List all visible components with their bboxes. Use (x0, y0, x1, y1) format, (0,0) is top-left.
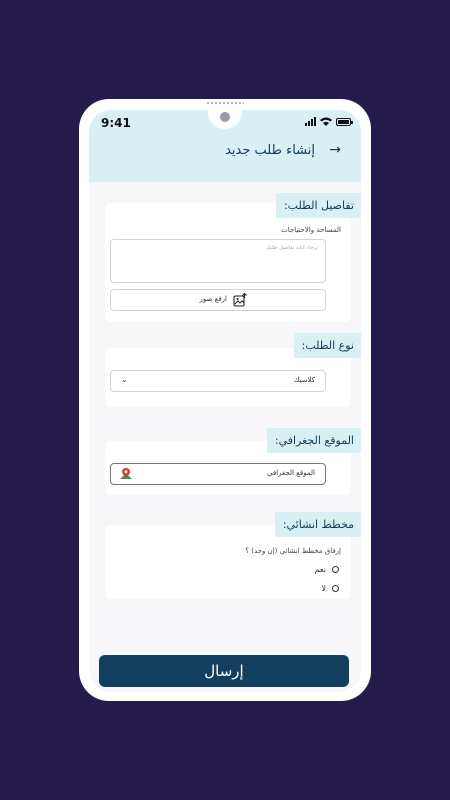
textarea-placeholder: برجاء كتابة تفاصيل طلبك (266, 245, 318, 251)
image-upload-icon (233, 293, 247, 307)
speaker-grille (206, 101, 244, 105)
front-camera (220, 112, 230, 122)
radio-option-no[interactable]: لا (321, 584, 339, 593)
status-time: 9:41 (101, 116, 131, 130)
wifi-icon (320, 117, 332, 126)
location-section-tag: الموقع الجغرافي: (266, 428, 361, 453)
map-pin-icon (120, 468, 132, 479)
type-selected-value: كلاسيك (293, 376, 315, 384)
radio-label-no: لا (321, 584, 326, 593)
location-field-value: الموقع الجغرافي (267, 469, 315, 477)
type-select[interactable]: كلاسيك ⌄ (110, 370, 326, 392)
radio-circle[interactable] (332, 566, 339, 573)
submit-button[interactable]: إرسال (99, 655, 349, 687)
details-textarea[interactable]: برجاء كتابة تفاصيل طلبك (110, 239, 326, 283)
location-field[interactable]: الموقع الجغرافي (110, 463, 326, 485)
radio-option-yes[interactable]: نعم (315, 565, 339, 574)
page-title: إنشاء طلب جديد (225, 143, 315, 158)
radio-circle[interactable] (332, 585, 339, 592)
app-screen: 9:41 إنشاء طلب جديد → تفاصيل الطلب: المس… (89, 110, 361, 692)
plan-section-tag: مخطط انشائي: (274, 512, 361, 537)
chevron-down-icon: ⌄ (121, 375, 128, 384)
upload-photos-button[interactable]: ارفع صور (110, 289, 326, 311)
phone-frame: 9:41 إنشاء طلب جديد → تفاصيل الطلب: المس… (79, 99, 371, 701)
plan-question: إرفاق مخطط انشائي (إن وجد) ؟ (245, 547, 341, 555)
signal-icon (305, 117, 316, 126)
plan-card: مخطط انشائي: إرفاق مخطط انشائي (إن وجد) … (105, 512, 361, 599)
arrow-right-icon[interactable]: → (329, 142, 341, 158)
status-icons (305, 117, 353, 126)
radio-label-yes: نعم (314, 565, 326, 574)
type-section-tag: نوع الطلب: (293, 333, 361, 358)
details-section-tag: تفاصيل الطلب: (275, 193, 361, 218)
battery-icon (336, 118, 353, 126)
area-needs-label: المساحة والاحتياجات (281, 226, 341, 234)
upload-label: ارفع صور (199, 295, 227, 303)
